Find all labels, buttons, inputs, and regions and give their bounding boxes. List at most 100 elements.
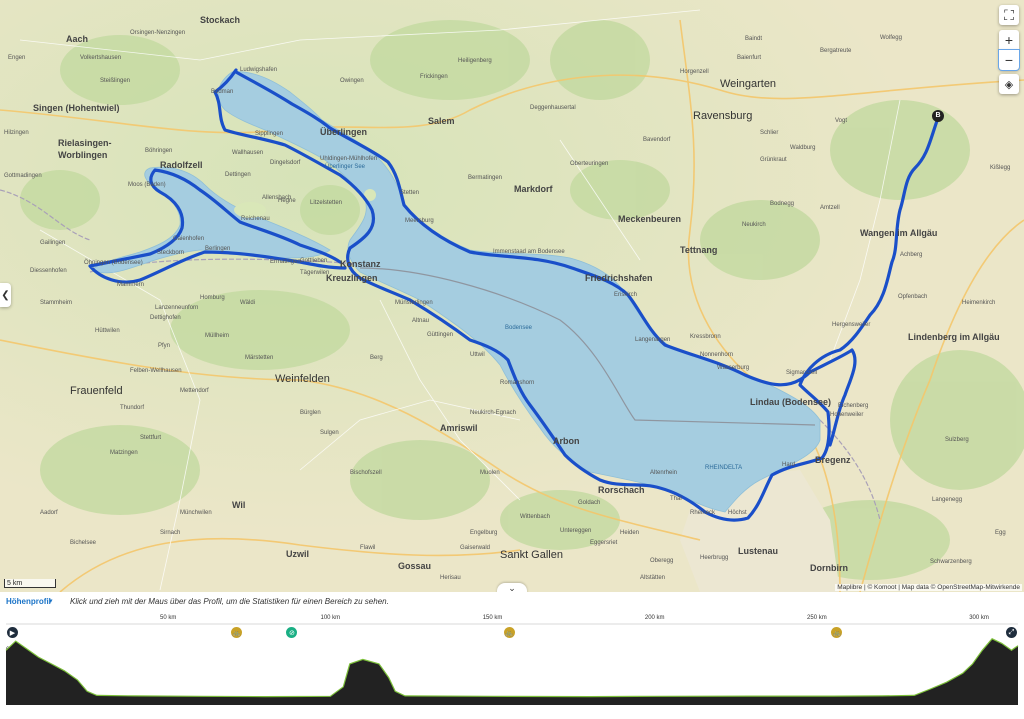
place-label: Waldburg (790, 145, 816, 151)
place-label: Uhldingen-Mühlhofen (320, 156, 378, 162)
bicycle-icon[interactable]: 🚲 (231, 627, 243, 638)
fullscreen-button[interactable]: ⛶ (999, 5, 1019, 25)
place-label: Deggenhausertal (530, 105, 576, 111)
place-label: Hard (782, 462, 796, 468)
elevation-line (5, 638, 1019, 698)
place-label: Vogt (835, 118, 848, 124)
place-label: Weinfelden (275, 373, 330, 385)
marker-b[interactable]: B (932, 110, 944, 122)
place-label: Ermatingen (270, 259, 301, 265)
place-label: Matzingen (110, 450, 138, 456)
place-label: Romanshorn (500, 380, 535, 386)
place-label: Amtzell (820, 205, 840, 211)
place-label: Bodman (211, 89, 234, 95)
place-label: Bermatingen (468, 175, 503, 181)
place-label: Böhringen (145, 148, 173, 154)
place-label: Sulgen (320, 430, 339, 436)
place-label: Müllheim (205, 333, 230, 339)
place-label: Opfenbach (898, 294, 928, 300)
end-icon[interactable]: ⤢ (1006, 627, 1017, 638)
bicycle-icon[interactable]: 🚲 (503, 627, 515, 638)
place-label: Neukirch (742, 222, 766, 228)
plus-icon: + (1004, 32, 1014, 48)
place-label: Dingelsdorf (270, 160, 301, 166)
place-label: Höchst (728, 510, 747, 516)
place-label: Sulzberg (945, 437, 969, 443)
place-label: Wäldi (240, 300, 256, 306)
place-label: Engelburg (470, 530, 498, 536)
place-label: Lindau (Bodensee) (750, 397, 832, 407)
layers-button[interactable]: ◈ (999, 74, 1019, 94)
place-label: Bavendorf (643, 137, 671, 143)
place-label: Überlingen (320, 127, 368, 137)
place-label: Egg (995, 530, 1006, 536)
place-label: Litzelstetten (310, 200, 343, 206)
place-label: Heiligenberg (458, 58, 492, 64)
place-label: Bischofszell (350, 470, 382, 476)
place-label: Herisau (440, 575, 461, 581)
place-label: Ludwigshafen (240, 67, 278, 73)
zoom-in-button[interactable]: + (999, 30, 1019, 50)
layers-icon: ◈ (1004, 78, 1014, 91)
place-label: Rheineck (690, 510, 716, 516)
place-label: Eggersriet (590, 540, 618, 546)
profile-chart[interactable] (0, 592, 1024, 719)
place-label: Kißlegg (990, 165, 1011, 171)
place-label: Nonnenhorn (700, 352, 734, 358)
fullscreen-icon: ⛶ (1004, 6, 1014, 23)
place-label: Thal (670, 496, 682, 502)
place-label: Weingarten (720, 78, 777, 90)
place-label: Stetten (400, 190, 420, 196)
place-label: Sankt Gallen (500, 549, 563, 561)
place-label: Berlingen (205, 246, 231, 252)
scale-bar: 5 km (4, 579, 56, 588)
place-label: Pfyn (158, 343, 171, 349)
elevation-profile-panel[interactable]: Höhenprofil ▾ Klick und zieh mit der Mau… (0, 592, 1024, 719)
place-label: Tettnang (680, 245, 718, 255)
place-label: Meersburg (405, 218, 434, 224)
place-label: Stockach (200, 15, 241, 25)
place-label: Steckborn (157, 250, 185, 256)
place-label: Dettighofen (150, 315, 181, 321)
minus-icon: − (1004, 52, 1014, 68)
place-label: Lindenberg im Allgäu (908, 332, 1000, 342)
sidebar-toggle[interactable]: ❮ (0, 283, 11, 307)
bicycle-icon[interactable]: 🚲 (831, 627, 843, 638)
place-label: Öhningen (Bodensee) (84, 260, 143, 266)
place-label: Sirnach (160, 530, 181, 536)
map-canvas[interactable]: Stockach Aach Singen (Hohentwiel) Rielasing… (0, 0, 1024, 592)
place-label: Worblingen (58, 150, 108, 160)
place-label: Eichenberg (838, 403, 869, 409)
place-label: Hüttwilen (95, 328, 120, 334)
place-label: Schlier (760, 130, 779, 136)
zoom-out-button[interactable]: − (998, 49, 1020, 71)
place-label: Märstetten (245, 355, 274, 361)
place-label: Aach (66, 34, 89, 44)
place-label: Uttwil (470, 352, 485, 358)
place-label: Kressbronn (690, 334, 721, 340)
place-label: Amriswil (440, 423, 478, 433)
place-label: Wallhausen (232, 150, 264, 156)
place-label: Wolfegg (880, 35, 902, 41)
place-label: Sipplingen (255, 131, 284, 137)
start-icon[interactable]: ▶ (7, 627, 18, 638)
place-label: Bergatreute (820, 48, 852, 54)
place-label: Aadorf (40, 510, 58, 516)
place-label: Altstätten (640, 575, 666, 581)
collapse-map-button[interactable]: ⌄ (497, 583, 527, 592)
place-label: Heerbrugg (700, 555, 729, 561)
place-label: Moos (Baden) (128, 182, 166, 188)
place-label: Altnau (412, 318, 430, 324)
place-label: Gailingen (40, 240, 66, 246)
place-label: Baienfurt (737, 55, 762, 61)
place-label: Hilzingen (4, 130, 29, 136)
place-label: Ravensburg (693, 110, 753, 122)
lake-label: RHEINDELTA (705, 465, 743, 471)
place-label: Diessenhofen (30, 268, 67, 274)
lake-label: Überlinger See (325, 164, 366, 170)
place-label: Lanzenneunforn (155, 305, 199, 311)
place-label: Bürglen (300, 410, 321, 416)
place-label: Gaienhofen (173, 236, 205, 242)
place-label: Konstanz (340, 259, 381, 269)
place-label: Volkertshausen (80, 55, 122, 61)
